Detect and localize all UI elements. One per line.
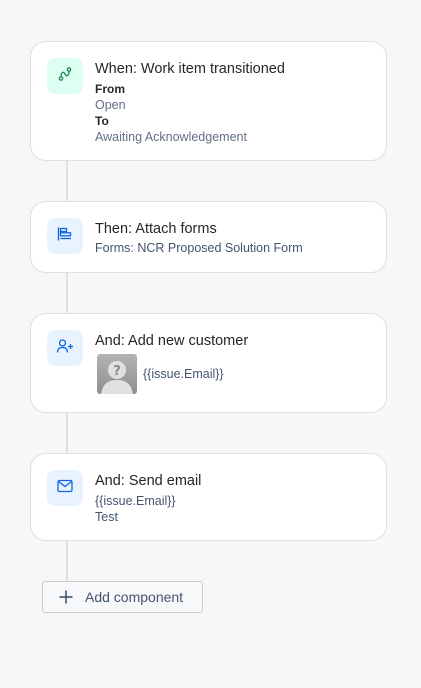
from-label: From <box>95 82 125 96</box>
attach-forms-content: Then: Attach forms Forms: NCR Proposed S… <box>95 220 374 256</box>
customer-row: ? {{issue.Email}} <box>95 354 374 394</box>
forms-icon <box>57 226 73 247</box>
customer-email: {{issue.Email}} <box>143 367 224 381</box>
automation-rule-canvas: When: Work item transitioned From Open T… <box>0 0 421 688</box>
attach-forms-title: Then: Attach forms <box>95 221 217 237</box>
connector-line <box>66 272 68 314</box>
connector-line <box>66 412 68 454</box>
send-email-content: And: Send email {{issue.Email}} Test <box>95 472 374 525</box>
add-customer-title: And: Add new customer <box>95 333 249 349</box>
attach-forms-icon-box <box>47 218 83 254</box>
email-subject: Test <box>95 510 118 524</box>
trigger-content: When: Work item transitioned From Open T… <box>95 60 374 145</box>
send-email-icon-box <box>47 470 83 506</box>
add-component-label: Add component <box>85 589 184 605</box>
to-value: Awaiting Acknowledgement <box>95 130 247 144</box>
send-email-card[interactable]: And: Send email {{issue.Email}} Test <box>30 453 387 541</box>
trigger-title: When: Work item transitioned <box>95 61 285 77</box>
add-customer-card[interactable]: And: Add new customer ? {{issue.Email}} <box>30 313 387 413</box>
from-value: Open <box>95 98 126 112</box>
svg-text:?: ? <box>113 364 121 379</box>
connector-line <box>66 540 68 582</box>
connector-line <box>66 160 68 202</box>
add-component-button[interactable]: Add component <box>42 581 203 613</box>
add-customer-content: And: Add new customer ? {{issue.Email}} <box>95 332 374 394</box>
trigger-icon-box <box>47 58 83 94</box>
add-user-icon <box>56 338 74 359</box>
to-label: To <box>95 114 109 128</box>
email-recipient: {{issue.Email}} <box>95 494 176 508</box>
default-avatar-icon: ? <box>97 354 137 394</box>
trigger-card[interactable]: When: Work item transitioned From Open T… <box>30 41 387 161</box>
mail-icon <box>57 479 73 498</box>
forms-detail: Forms: NCR Proposed Solution Form <box>95 241 303 255</box>
add-customer-icon-box <box>47 330 83 366</box>
plus-icon <box>58 589 74 605</box>
send-email-title: And: Send email <box>95 473 202 489</box>
attach-forms-card[interactable]: Then: Attach forms Forms: NCR Proposed S… <box>30 201 387 273</box>
transition-icon <box>57 66 73 87</box>
